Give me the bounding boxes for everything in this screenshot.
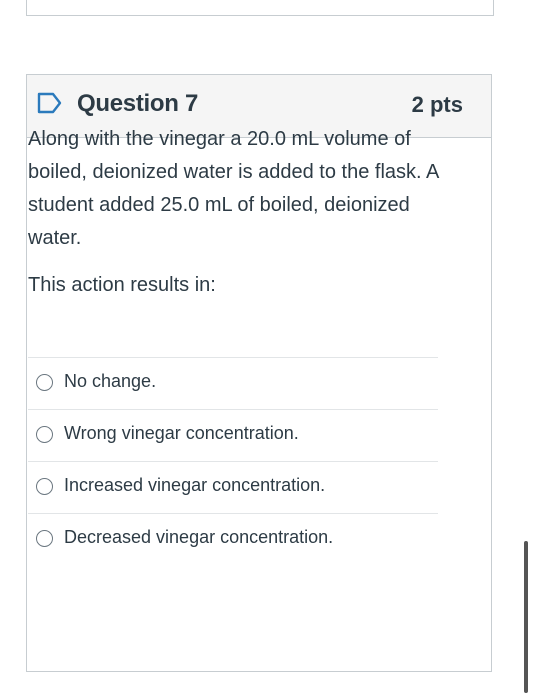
radio-button[interactable] — [36, 478, 53, 495]
quiz-page: Question 7 2 pts Along with the vinegar … — [0, 0, 534, 700]
answer-option[interactable]: Decreased vinegar concentration. — [28, 513, 438, 565]
question-body: Along with the vinegar a 20.0 mL volume … — [28, 123, 442, 299]
question-points: 2 pts — [411, 92, 463, 117]
answer-option[interactable]: Wrong vinegar concentration. — [28, 409, 438, 461]
question-title: Question 7 — [77, 90, 199, 117]
answer-label[interactable]: Increased vinegar concentration. — [64, 475, 325, 496]
answer-label[interactable]: Decreased vinegar concentration. — [64, 527, 333, 548]
question-prompt: This action results in: — [28, 274, 216, 296]
scrollbar[interactable] — [524, 541, 528, 693]
answer-option[interactable]: No change. — [28, 357, 438, 409]
previous-question-card — [26, 0, 494, 16]
radio-button[interactable] — [36, 426, 53, 443]
question-text: Along with the vinegar a 20.0 mL volume … — [28, 128, 439, 249]
radio-button[interactable] — [36, 374, 53, 391]
answer-list: No change. Wrong vinegar concentration. … — [28, 357, 438, 565]
flag-question-icon[interactable] — [37, 92, 63, 114]
answer-label[interactable]: No change. — [64, 371, 156, 392]
radio-button[interactable] — [36, 530, 53, 547]
answer-option[interactable]: Increased vinegar concentration. — [28, 461, 438, 513]
answer-label[interactable]: Wrong vinegar concentration. — [64, 423, 299, 444]
